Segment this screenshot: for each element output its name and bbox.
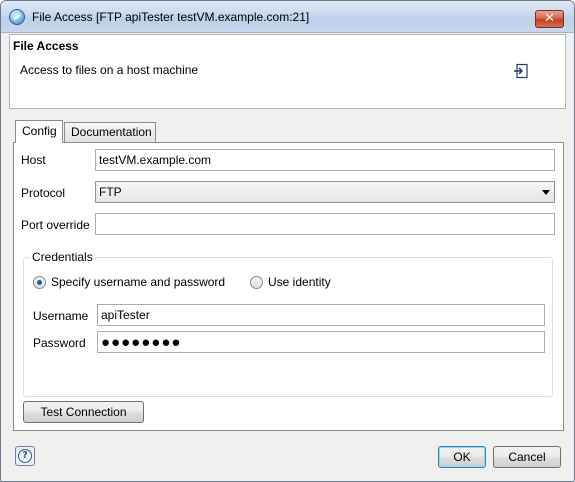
title-bar[interactable]: File Access [FTP apiTester testVM.exampl… <box>1 1 574 33</box>
port-override-label: Port override <box>21 218 90 232</box>
username-input[interactable]: apiTester <box>97 304 545 326</box>
header-title: File Access <box>13 39 79 53</box>
use-identity-label[interactable]: Use identity <box>268 275 331 289</box>
config-panel: Host testVM.example.com Protocol FTP Por… <box>13 142 564 431</box>
header-panel: File Access Access to files on a host ma… <box>9 34 566 109</box>
credentials-legend: Credentials <box>30 250 95 264</box>
test-connection-button[interactable]: Test Connection <box>23 401 144 423</box>
password-input[interactable]: ●●●●●●●● <box>97 331 545 353</box>
file-access-dialog: File Access [FTP apiTester testVM.exampl… <box>0 0 575 482</box>
ok-button[interactable]: OK <box>438 446 486 468</box>
specify-credentials-label[interactable]: Specify username and password <box>51 275 225 289</box>
password-label: Password <box>33 336 86 350</box>
specify-credentials-radio[interactable] <box>33 276 46 289</box>
protocol-select[interactable]: FTP <box>95 181 555 203</box>
password-mask: ●●●●●●●● <box>101 334 182 351</box>
protocol-label: Protocol <box>21 186 66 200</box>
use-identity-radio[interactable] <box>250 276 263 289</box>
host-label: Host <box>21 153 46 167</box>
tab-documentation[interactable]: Documentation <box>64 122 156 142</box>
cancel-button[interactable]: Cancel <box>493 446 561 468</box>
export-icon <box>514 63 528 79</box>
help-button[interactable]: ? <box>15 446 35 466</box>
help-icon: ? <box>18 449 32 463</box>
username-label: Username <box>33 309 89 323</box>
window-title: File Access [FTP apiTester testVM.exampl… <box>32 10 310 24</box>
close-button[interactable]: ✕ <box>535 10 564 28</box>
tab-config[interactable]: Config <box>15 120 63 143</box>
credentials-group: Credentials Specify username and passwor… <box>23 250 553 397</box>
app-globe-icon <box>9 9 25 25</box>
header-description: Access to files on a host machine <box>20 63 199 77</box>
protocol-selected-value: FTP <box>99 185 122 199</box>
chevron-down-icon <box>542 190 550 195</box>
host-input[interactable]: testVM.example.com <box>95 149 555 171</box>
port-override-input[interactable] <box>95 213 555 235</box>
